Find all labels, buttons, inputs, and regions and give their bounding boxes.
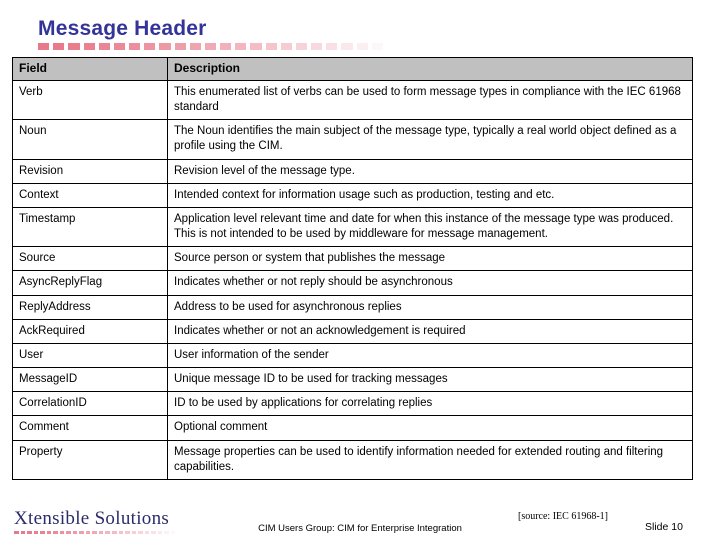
accent-dash bbox=[295, 43, 308, 50]
cell-field: Noun bbox=[12, 119, 168, 160]
accent-dash bbox=[356, 43, 368, 50]
table-row: AckRequired Indicates whether or not an a… bbox=[12, 318, 693, 344]
accent-dash bbox=[311, 43, 323, 50]
message-header-table: Field Description Verb This enumerated li… bbox=[12, 57, 693, 480]
accent-dash bbox=[220, 43, 232, 50]
cell-field: CorrelationID bbox=[12, 391, 168, 417]
cell-description: Application level relevant time and date… bbox=[167, 206, 693, 248]
cell-field: Verb bbox=[12, 79, 168, 121]
cell-description: User information of the sender bbox=[167, 342, 693, 369]
accent-dash bbox=[83, 43, 95, 50]
cell-description: The Noun identifies the main subject of … bbox=[167, 119, 693, 160]
table-header-row: Field Description bbox=[12, 57, 693, 81]
cell-field: Context bbox=[12, 182, 168, 208]
accent-dash bbox=[265, 43, 277, 50]
accent-dash bbox=[341, 43, 353, 50]
cell-description: Indicates whether or not reply should be… bbox=[167, 270, 693, 296]
accent-dash bbox=[53, 43, 65, 50]
cell-field: AsyncReplyFlag bbox=[12, 270, 168, 296]
accent-dash bbox=[235, 43, 247, 50]
table-row: Comment Optional comment bbox=[12, 415, 693, 441]
cell-field: Revision bbox=[12, 158, 168, 184]
accent-dash bbox=[189, 43, 201, 50]
column-header-field: Field bbox=[12, 57, 168, 81]
table-row: Revision Revision level of the message ty… bbox=[12, 158, 693, 184]
table-row: Source Source person or system that publi… bbox=[12, 246, 693, 272]
title-accent-rule bbox=[38, 43, 399, 50]
accent-dash bbox=[326, 43, 338, 50]
accent-dash bbox=[371, 43, 383, 50]
cell-field: AckRequired bbox=[12, 318, 168, 344]
accent-dash bbox=[38, 43, 50, 50]
table-row: Timestamp Application level relevant time… bbox=[12, 206, 693, 248]
accent-dash bbox=[113, 43, 126, 50]
cell-field: Property bbox=[12, 439, 168, 480]
column-header-description: Description bbox=[167, 57, 693, 81]
cell-description: Unique message ID to be used for trackin… bbox=[167, 367, 693, 393]
cell-field: Source bbox=[12, 246, 168, 272]
accent-dash bbox=[159, 43, 171, 50]
table-row: User User information of the sender bbox=[12, 342, 693, 369]
table-row: AsyncReplyFlag Indicates whether or not r… bbox=[12, 270, 693, 296]
table-row: MessageID Unique message ID to be used fo… bbox=[12, 367, 693, 393]
table-row: CorrelationID ID to be used by applicatio… bbox=[12, 391, 693, 417]
cell-field: Comment bbox=[12, 415, 168, 441]
cell-description: Message properties can be used to identi… bbox=[167, 439, 693, 480]
cell-field: ReplyAddress bbox=[12, 294, 168, 320]
accent-dash bbox=[98, 43, 110, 50]
cell-field: Timestamp bbox=[12, 206, 168, 248]
accent-dash bbox=[129, 43, 141, 50]
cell-description: This enumerated list of verbs can be use… bbox=[167, 79, 693, 121]
accent-dash bbox=[144, 43, 156, 50]
accent-dash bbox=[280, 43, 292, 50]
page-title: Message Header bbox=[38, 17, 207, 40]
footer-center-text: CIM Users Group: CIM for Enterprise Inte… bbox=[258, 523, 462, 534]
table-row: Noun The Noun identifies the main subject… bbox=[12, 119, 693, 160]
footer-source-note: [source: IEC 61968-1] bbox=[518, 511, 608, 522]
accent-dash bbox=[204, 43, 217, 50]
accent-dash bbox=[174, 43, 186, 50]
cell-description: Address to be used for asynchronous repl… bbox=[167, 294, 693, 320]
table-row: Context Intended context for information … bbox=[12, 182, 693, 208]
accent-dash bbox=[250, 43, 262, 50]
table-row: ReplyAddress Address to be used for async… bbox=[12, 294, 693, 320]
slide-number: Slide 10 bbox=[645, 521, 683, 533]
table-row: Property Message properties can be used t… bbox=[12, 439, 693, 480]
cell-description: Revision level of the message type. bbox=[167, 158, 693, 184]
table-row: Verb This enumerated list of verbs can be… bbox=[12, 79, 693, 121]
accent-dash bbox=[68, 43, 80, 50]
cell-description: Optional comment bbox=[167, 415, 693, 441]
cell-description: ID to be used by applications for correl… bbox=[167, 391, 693, 417]
accent-dash bbox=[386, 43, 399, 50]
cell-description: Intended context for information usage s… bbox=[167, 182, 693, 208]
cell-field: User bbox=[12, 342, 168, 369]
cell-field: MessageID bbox=[12, 367, 168, 393]
cell-description: Indicates whether or not an acknowledgem… bbox=[167, 318, 693, 344]
cell-description: Source person or system that publishes t… bbox=[167, 246, 693, 272]
